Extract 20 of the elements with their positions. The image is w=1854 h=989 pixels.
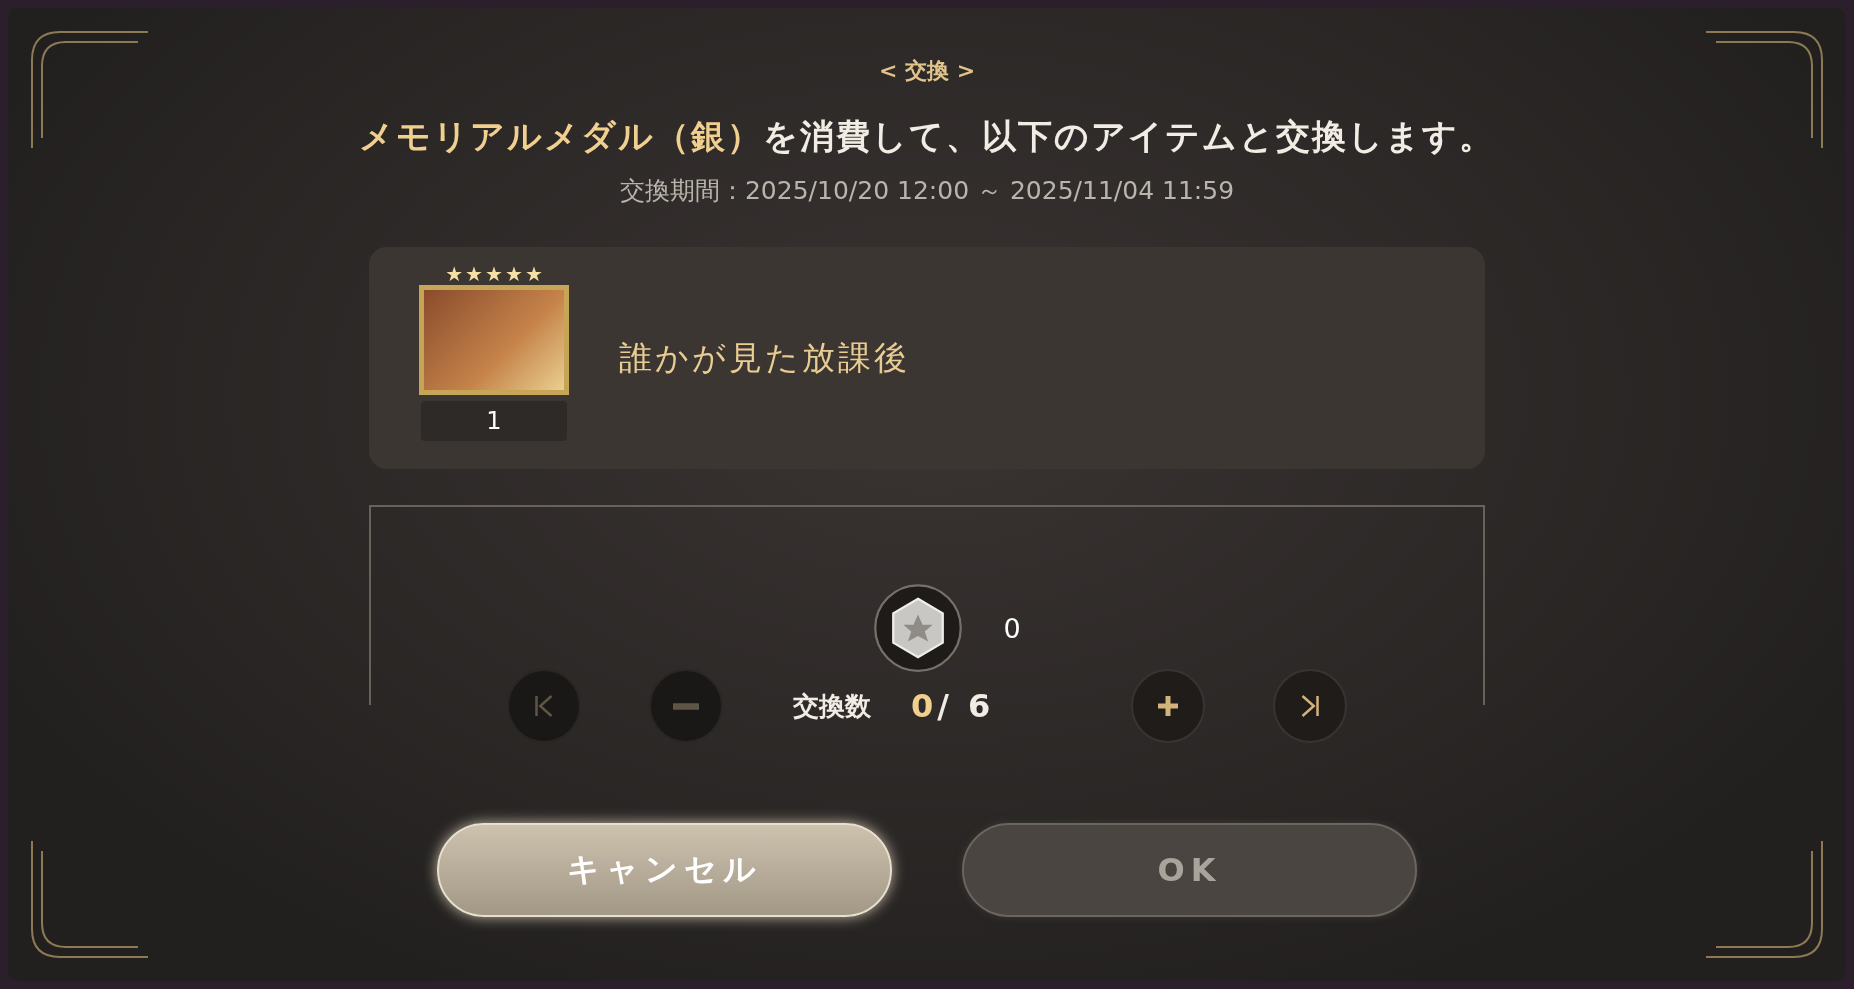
dialog-title: < 交換 > — [878, 57, 976, 85]
exchange-period: 交換期間：2025/10/20 12:00 ～ 2025/11/04 11:59 — [619, 175, 1235, 207]
star-icon: ★ — [504, 263, 523, 285]
corner-ornament-icon — [1704, 30, 1824, 150]
star-icon: ★ — [524, 263, 543, 285]
cost-amount: 0 — [1003, 612, 1021, 644]
exchange-count: 0/ 6 — [911, 687, 996, 725]
star-icon: ★ — [485, 263, 503, 285]
cancel-button[interactable]: キャンセル — [437, 823, 892, 917]
exchange-message: メモリアルメダル（銀）を消費して、以下のアイテムと交換します。 — [359, 115, 1495, 158]
exchange-count-label: 交換数 — [793, 689, 871, 723]
item-name: 誰かが見た放課後 — [619, 336, 910, 379]
star-icon: ★ — [465, 263, 484, 285]
minus-icon — [673, 702, 699, 710]
item-quantity: 1 — [421, 401, 567, 441]
corner-ornament-icon — [30, 30, 150, 150]
corner-ornament-icon — [1704, 839, 1824, 959]
medal-icon — [873, 583, 964, 673]
corner-ornament-icon — [30, 839, 150, 959]
star-icon: ★ — [445, 263, 464, 285]
